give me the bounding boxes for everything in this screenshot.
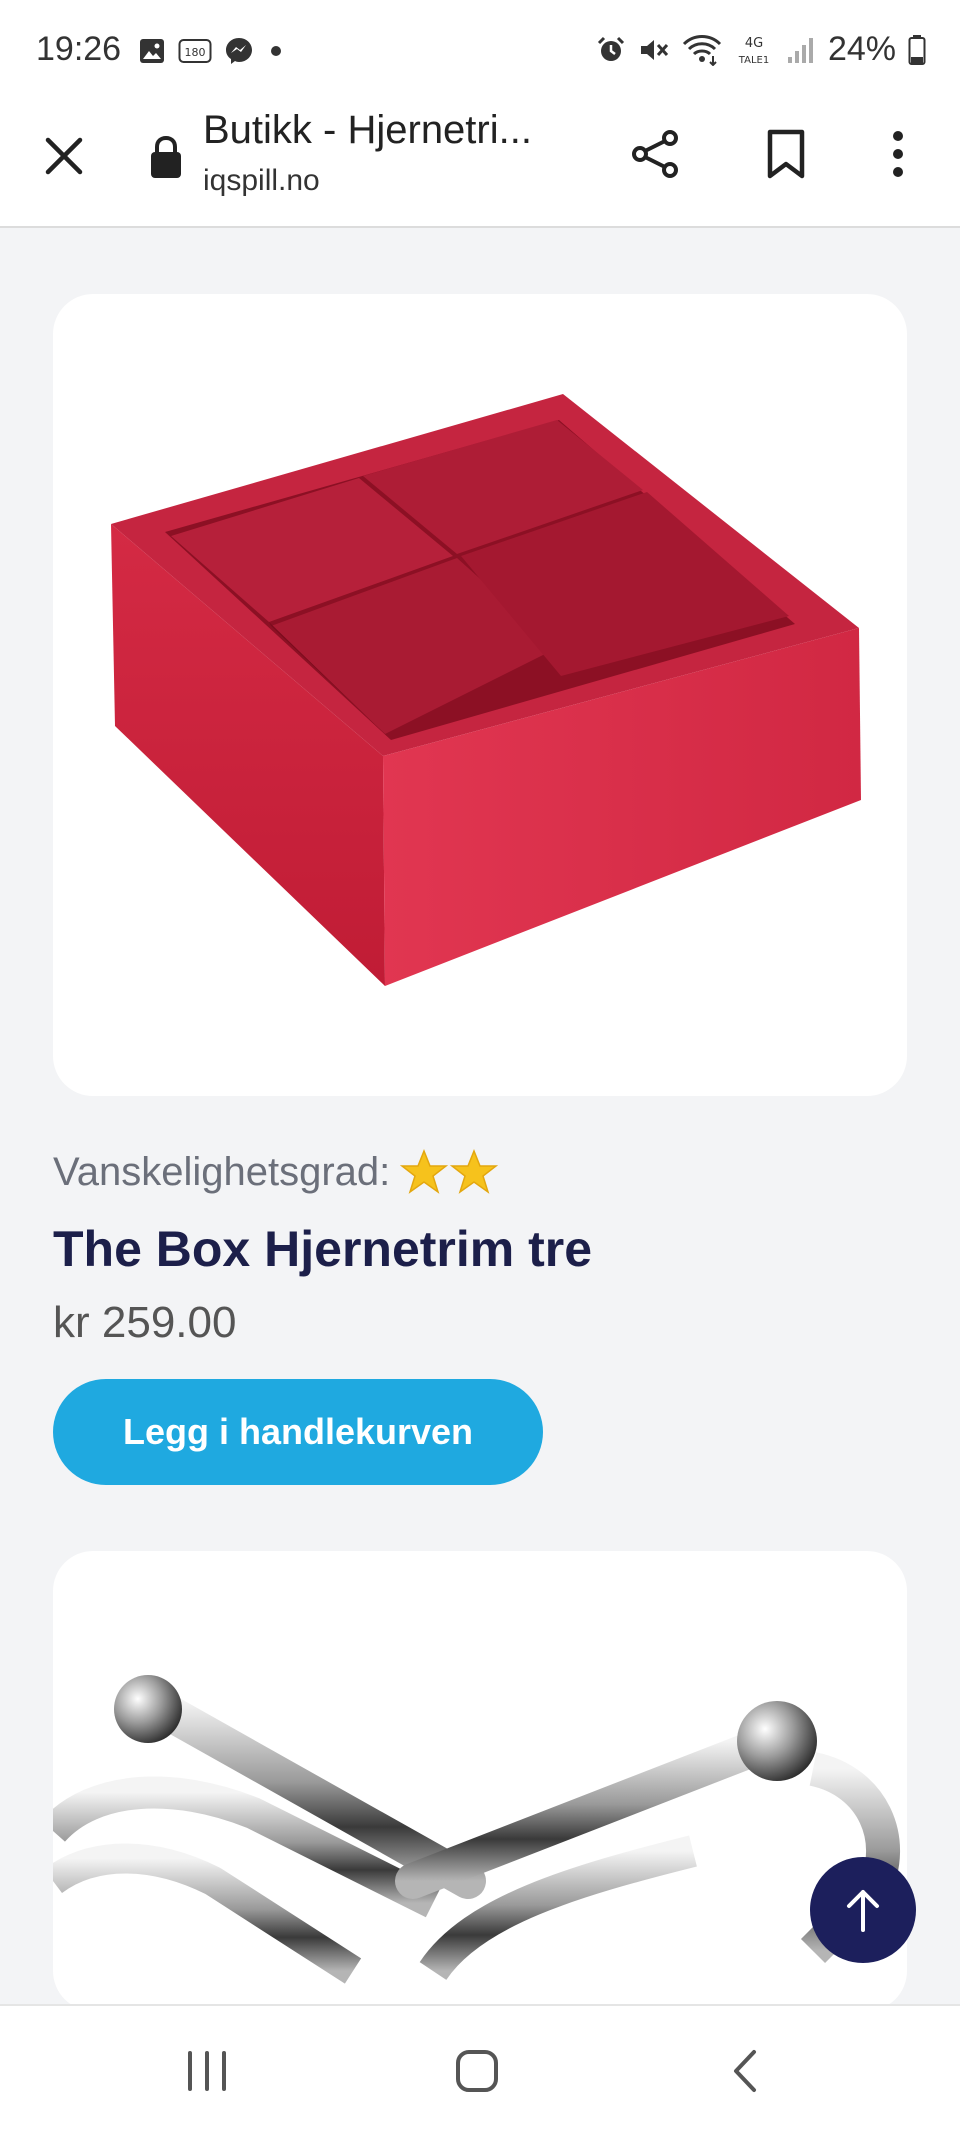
add-to-cart-button[interactable]: Legg i handlekurven xyxy=(53,1379,543,1485)
image-icon xyxy=(140,39,164,63)
network-sub-text: TALE1 xyxy=(738,55,769,66)
product-image-metal-puzzle[interactable] xyxy=(53,1551,907,2011)
network-type-text: 4G xyxy=(745,36,763,51)
recents-icon[interactable] xyxy=(184,2049,230,2093)
badge-180-text: 180 xyxy=(185,46,206,59)
star-icon xyxy=(450,1148,499,1194)
status-time: 19:26 xyxy=(36,30,122,68)
signal-icon xyxy=(787,37,813,63)
messenger-icon xyxy=(226,38,252,64)
close-icon[interactable] xyxy=(40,132,88,180)
home-icon[interactable] xyxy=(454,2048,500,2094)
difficulty-stars xyxy=(400,1148,499,1196)
wifi-icon xyxy=(682,34,721,66)
back-icon[interactable] xyxy=(730,2046,760,2096)
badge-180-icon: 180 xyxy=(178,39,212,63)
browser-toolbar: Butikk - Hjernetri... iqspill.no xyxy=(0,104,960,228)
product-title[interactable]: The Box Hjernetrim tre xyxy=(53,1220,592,1278)
dot-icon xyxy=(271,46,281,56)
system-icons: 4G TALE1 24% xyxy=(596,30,926,69)
scroll-to-top-button[interactable] xyxy=(810,1857,916,1963)
more-vert-icon[interactable] xyxy=(880,126,916,182)
alarm-icon xyxy=(597,36,624,61)
battery-icon xyxy=(908,34,926,65)
product-image-card[interactable] xyxy=(53,294,907,1096)
difficulty-rating: Vanskelighetsgrad: xyxy=(53,1148,499,1196)
product-image-red-box[interactable] xyxy=(53,294,907,1096)
system-navigation-bar xyxy=(0,2004,960,2133)
star-icon xyxy=(400,1148,449,1194)
share-icon[interactable] xyxy=(628,126,684,182)
page-url[interactable]: iqspill.no xyxy=(203,164,320,198)
notification-icons: 180 xyxy=(138,36,286,66)
difficulty-label: Vanskelighetsgrad: xyxy=(53,1149,391,1194)
lock-icon xyxy=(151,135,181,178)
page-title[interactable]: Butikk - Hjernetri... xyxy=(203,108,532,153)
network-type-icon: 4G TALE1 xyxy=(738,36,769,66)
mute-icon xyxy=(640,39,669,60)
product-image-card[interactable] xyxy=(53,1551,907,2011)
arrow-up-icon xyxy=(847,1890,879,1932)
bookmark-icon[interactable] xyxy=(758,126,814,182)
product-price: kr 259.00 xyxy=(53,1298,237,1347)
status-bar: 19:26 180 4G TALE1 24% xyxy=(0,0,960,104)
battery-percent: 24% xyxy=(827,30,896,68)
